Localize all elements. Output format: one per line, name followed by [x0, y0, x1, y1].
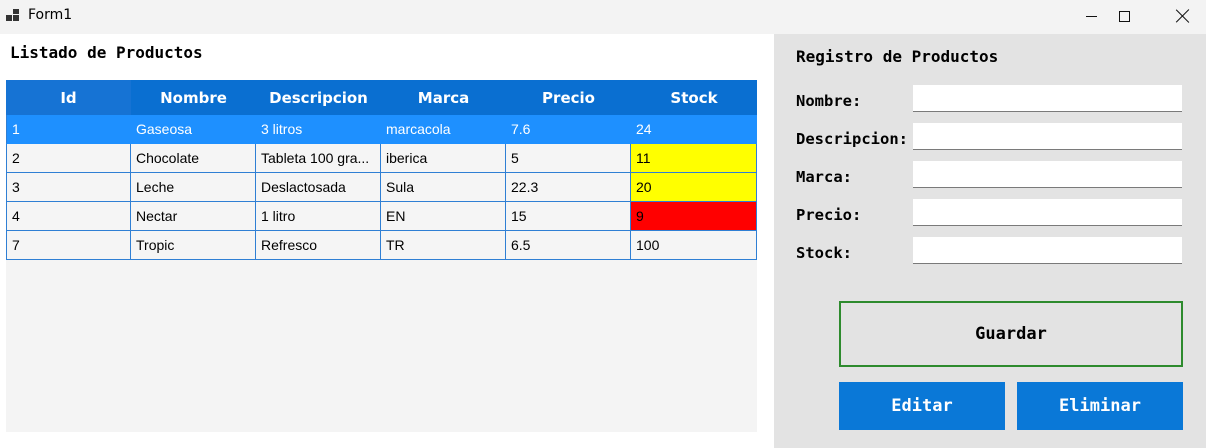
form-title: Registro de Productos [796, 47, 999, 66]
cell-marca[interactable]: EN [381, 202, 506, 231]
table-row[interactable]: 7 Tropic Refresco TR 6.5 100 [6, 231, 757, 260]
editar-button[interactable]: Editar [839, 382, 1005, 430]
cell-marca[interactable]: iberica [381, 144, 506, 173]
cell-id[interactable]: 2 [6, 144, 131, 173]
marca-label: Marca: [796, 168, 852, 186]
cell-marca[interactable]: TR [381, 231, 506, 260]
grid-header: Id Nombre Descripcion Marca Precio Stock [6, 80, 757, 115]
table-row[interactable]: 4 Nectar 1 litro EN 15 9 [6, 202, 757, 231]
minimize-icon [1085, 15, 1097, 17]
close-icon [1176, 9, 1190, 23]
table-row[interactable]: 2 Chocolate Tableta 100 gra... iberica 5 11 [6, 144, 757, 173]
list-title: Listado de Productos [10, 43, 203, 62]
cell-nombre[interactable]: Tropic [131, 231, 256, 260]
maximize-button[interactable] [1101, 0, 1147, 32]
stock-input[interactable] [913, 237, 1182, 264]
table-row[interactable]: 1 Gaseosa 3 litros marcacola 7.6 24 [6, 115, 757, 144]
cell-stock[interactable]: 11 [631, 144, 757, 173]
cell-precio[interactable]: 22.3 [506, 173, 631, 202]
column-header-marca[interactable]: Marca [381, 80, 506, 115]
cell-marca[interactable]: Sula [381, 173, 506, 202]
cell-nombre[interactable]: Leche [131, 173, 256, 202]
marca-input[interactable] [913, 161, 1182, 188]
window-title: Form1 [28, 7, 73, 23]
cell-precio[interactable]: 7.6 [506, 115, 631, 144]
stock-label: Stock: [796, 244, 852, 262]
cell-nombre[interactable]: Nectar [131, 202, 256, 231]
cell-precio[interactable]: 6.5 [506, 231, 631, 260]
cell-id[interactable]: 7 [6, 231, 131, 260]
cell-stock[interactable]: 24 [631, 115, 757, 144]
cell-id[interactable]: 3 [6, 173, 131, 202]
table-row[interactable]: 3 Leche Deslactosada Sula 22.3 20 [6, 173, 757, 202]
cell-id[interactable]: 4 [6, 202, 131, 231]
cell-stock[interactable]: 9 [631, 202, 757, 231]
close-button[interactable] [1160, 0, 1206, 32]
cell-marca[interactable]: marcacola [381, 115, 506, 144]
cell-descripcion[interactable]: Refresco [256, 231, 381, 260]
maximize-icon [1118, 10, 1130, 22]
cell-stock[interactable]: 100 [631, 231, 757, 260]
registration-panel: Registro de Productos Nombre: Descripcio… [774, 34, 1206, 448]
grid-rows: 1 Gaseosa 3 litros marcacola 7.6 24 2 Chocolate… [6, 115, 757, 260]
cell-descripcion[interactable]: Deslactosada [256, 173, 381, 202]
column-header-id[interactable]: Id [6, 80, 131, 115]
cell-precio[interactable]: 15 [506, 202, 631, 231]
precio-label: Precio: [796, 206, 862, 224]
cell-descripcion[interactable]: 3 litros [256, 115, 381, 144]
precio-input[interactable] [913, 199, 1182, 226]
cell-descripcion[interactable]: Tableta 100 gra... [256, 144, 381, 173]
app-icon [6, 9, 22, 23]
column-header-nombre[interactable]: Nombre [131, 80, 256, 115]
nombre-label: Nombre: [796, 92, 862, 110]
column-header-precio[interactable]: Precio [506, 80, 631, 115]
cell-nombre[interactable]: Gaseosa [131, 115, 256, 144]
descripcion-input[interactable] [913, 123, 1182, 150]
cell-descripcion[interactable]: 1 litro [256, 202, 381, 231]
column-header-stock[interactable]: Stock [631, 80, 757, 115]
eliminar-button[interactable]: Eliminar [1017, 382, 1183, 430]
cell-id[interactable]: 1 [6, 115, 131, 144]
column-header-descripcion[interactable]: Descripcion [256, 80, 381, 115]
nombre-input[interactable] [913, 85, 1182, 112]
cell-precio[interactable]: 5 [506, 144, 631, 173]
cell-nombre[interactable]: Chocolate [131, 144, 256, 173]
descripcion-label: Descripcion: [796, 130, 908, 148]
guardar-button[interactable]: Guardar [839, 301, 1183, 367]
cell-stock[interactable]: 20 [631, 173, 757, 202]
title-bar: Form1 [0, 0, 1206, 34]
